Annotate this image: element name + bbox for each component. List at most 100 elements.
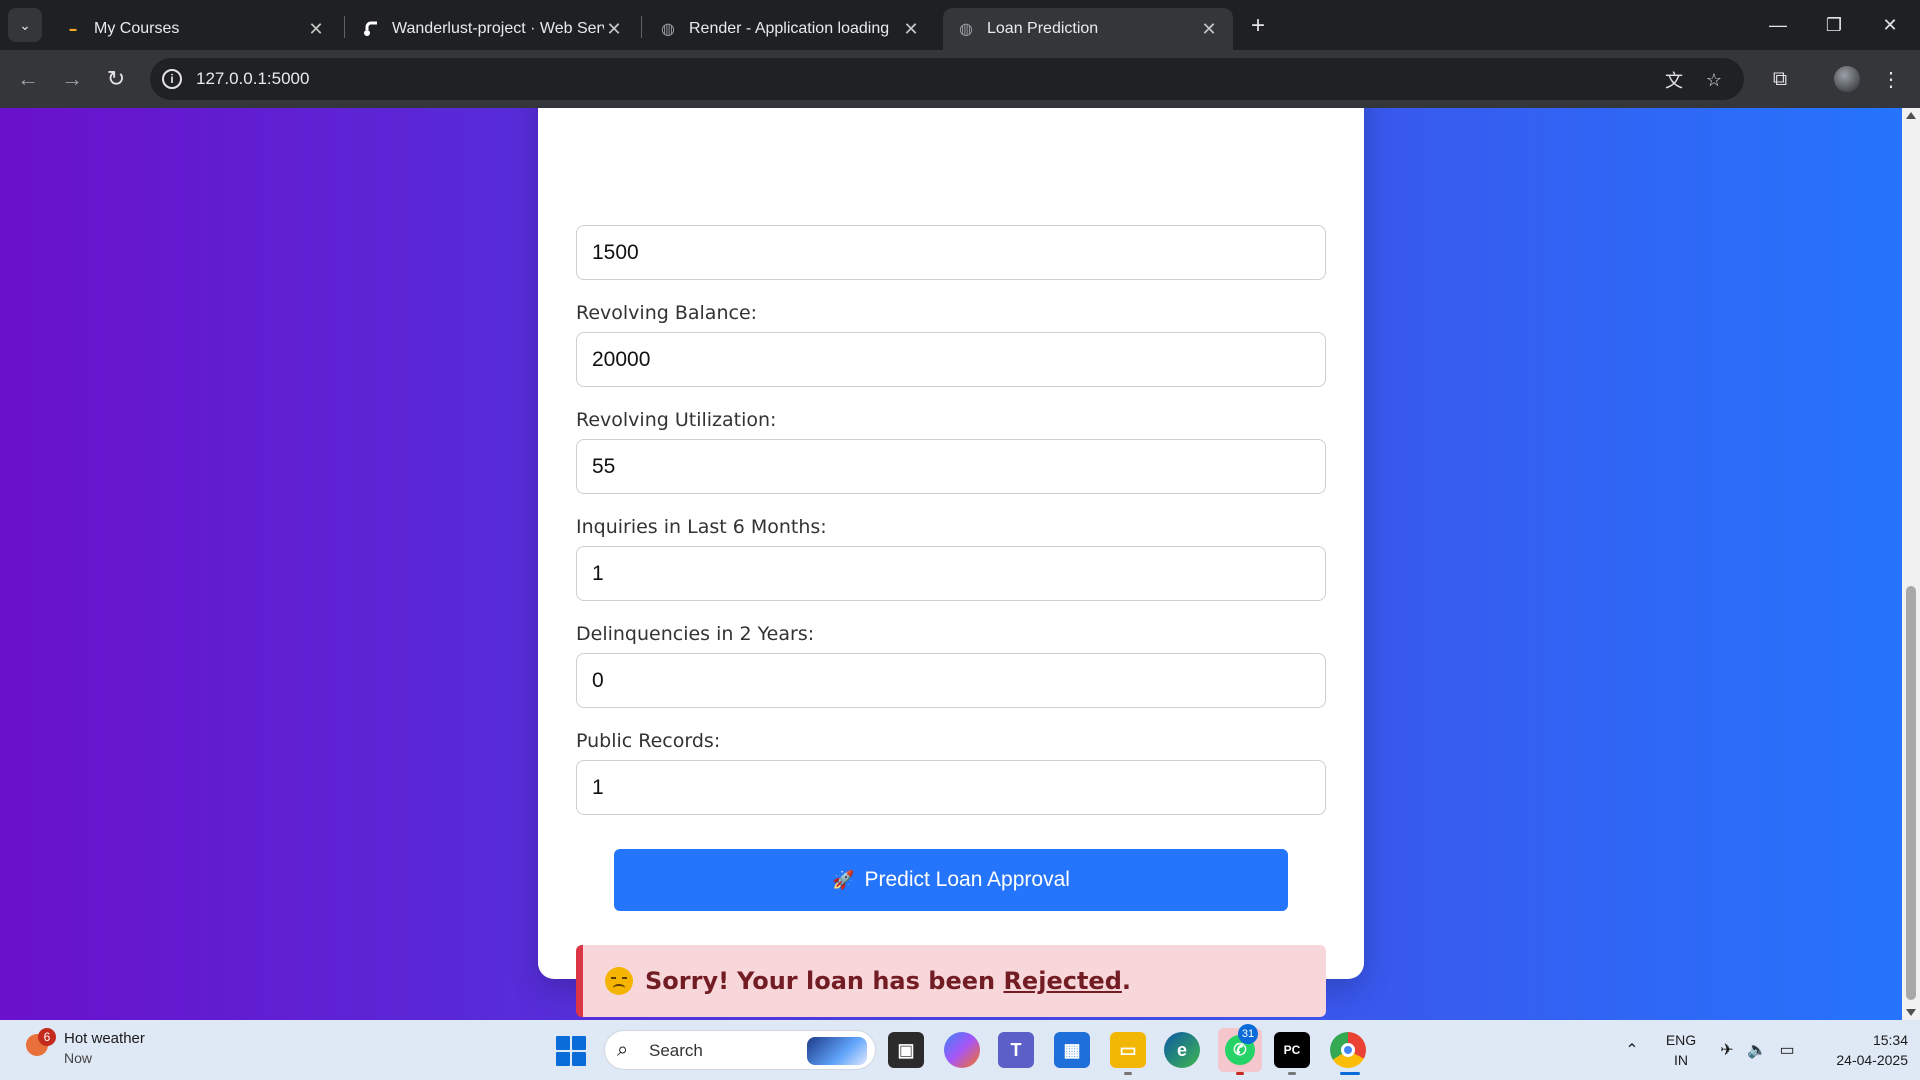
more-menu-icon[interactable]: ⋮	[1877, 65, 1905, 93]
language-top[interactable]: ENG	[1660, 1032, 1702, 1048]
revolving-balance-input[interactable]	[576, 332, 1326, 387]
battery-icon[interactable]: ▭	[1776, 1040, 1798, 1060]
windows-start-button[interactable]	[556, 1036, 586, 1066]
restore-button[interactable]: ❐	[1814, 10, 1854, 40]
address-bar[interactable]: i 127.0.0.1:5000 文 ☆	[150, 58, 1744, 100]
search-highlight-image	[807, 1037, 867, 1065]
running-indicator	[1288, 1072, 1296, 1075]
predict-loan-button[interactable]: 🚀 Predict Loan Approval	[614, 849, 1288, 911]
revolving-utilization-label: Revolving Utilization:	[576, 409, 777, 431]
globe-icon: ◍	[959, 21, 973, 38]
taskbar-search-placeholder: Search	[649, 1041, 703, 1060]
edge-icon[interactable]: e	[1164, 1032, 1200, 1068]
close-icon: ✕	[1882, 14, 1898, 35]
close-icon[interactable]: ✕	[306, 19, 326, 40]
arrow-right-icon: →	[61, 66, 83, 91]
taskbar-search-box[interactable]: ⌕ Search	[604, 1030, 876, 1070]
copilot-icon[interactable]	[944, 1032, 980, 1068]
back-button[interactable]: ←	[12, 63, 44, 95]
result-end: .	[1121, 967, 1131, 995]
loan-form-card: Revolving Balance: Revolving Utilization…	[538, 108, 1364, 1017]
minimize-icon: —	[1769, 14, 1787, 35]
chrome-icon[interactable]	[1330, 1032, 1366, 1068]
result-lead: Sorry!	[645, 967, 730, 995]
volume-icon[interactable]: 🔈	[1746, 1040, 1768, 1060]
translate-icon[interactable]: 文	[1662, 68, 1686, 92]
reload-icon: ↻	[106, 66, 126, 91]
windows-taskbar: 6 Hot weather Now ⌕ Search ▣ T ▦ ▭ e ✆ 3…	[0, 1020, 1920, 1080]
chrome-center	[1341, 1043, 1355, 1057]
reload-button[interactable]: ↻	[100, 63, 132, 95]
rocket-icon: 🚀	[832, 869, 855, 890]
result-message: Your loan has been	[737, 967, 996, 995]
minimize-button[interactable]: —	[1758, 10, 1798, 40]
teams-icon[interactable]: T	[998, 1032, 1034, 1068]
tab-wanderlust[interactable]: Wanderlust-project · Web Serv ✕	[348, 8, 638, 50]
revolving-utilization-input[interactable]	[576, 439, 1326, 494]
chevron-down-icon: ⌄	[19, 16, 31, 33]
language-bottom: IN	[1674, 1052, 1688, 1068]
weather-subtitle: Now	[64, 1050, 93, 1066]
close-icon[interactable]: ✕	[604, 19, 624, 40]
close-window-button[interactable]: ✕	[1870, 10, 1910, 40]
tab-render[interactable]: ◍ Render - Application loading ✕	[645, 8, 935, 50]
tab-title: Loan Prediction	[987, 20, 1099, 37]
render-favicon-icon	[362, 20, 380, 38]
forward-button[interactable]: →	[56, 63, 88, 95]
page-viewport: Revolving Balance: Revolving Utilization…	[0, 108, 1920, 1020]
extensions-icon[interactable]: ⧉	[1766, 65, 1794, 93]
weather-badge: 6	[38, 1028, 56, 1046]
tab-title: Wanderlust-project · Web Serv	[392, 20, 604, 37]
show-hidden-icons-chevron-icon[interactable]: ⌃	[1621, 1040, 1643, 1060]
inquiries-6-months-input[interactable]	[576, 546, 1326, 601]
running-indicator	[1124, 1072, 1132, 1075]
public-records-input[interactable]	[576, 760, 1326, 815]
close-icon[interactable]: ✕	[901, 19, 921, 40]
profile-avatar[interactable]	[1834, 66, 1860, 92]
revolving-balance-label: Revolving Balance:	[576, 302, 758, 324]
plus-icon: +	[1250, 12, 1265, 39]
prediction-result-alert: Sorry! Your loan has been Rejected.	[576, 945, 1326, 1017]
running-indicator	[1236, 1072, 1244, 1075]
clock-date: 24-04-2025	[1836, 1052, 1908, 1068]
tab-divider	[344, 16, 345, 38]
predict-button-label: Predict Loan Approval	[864, 868, 1070, 891]
browser-tab-strip: ⌄ ▬ My Courses ✕ Wanderlust-project · We…	[0, 0, 1920, 50]
tab-loan-prediction[interactable]: ◍ Loan Prediction ✕	[943, 8, 1233, 50]
restore-icon: ❐	[1825, 14, 1843, 35]
inquiries-6-months-label: Inquiries in Last 6 Months:	[576, 516, 827, 538]
active-indicator	[1340, 1072, 1360, 1075]
tab-search-button[interactable]: ⌄	[8, 8, 42, 42]
bookmark-star-icon[interactable]: ☆	[1702, 68, 1726, 92]
page-scrollbar[interactable]	[1902, 108, 1920, 1020]
scrollbar-thumb[interactable]	[1906, 586, 1916, 1000]
task-view-icon[interactable]: ▣	[888, 1032, 924, 1068]
result-status: Rejected	[1003, 967, 1122, 995]
scroll-down-arrow-icon[interactable]	[1906, 1009, 1916, 1016]
new-tab-button[interactable]: +	[1244, 12, 1272, 40]
courses-favicon-icon: ▬	[69, 25, 77, 33]
previous-field-input[interactable]	[576, 225, 1326, 280]
globe-icon: ◍	[661, 21, 675, 38]
tab-title: My Courses	[94, 20, 180, 37]
tab-my-courses[interactable]: ▬ My Courses ✕	[50, 8, 340, 50]
weather-title[interactable]: Hot weather	[64, 1030, 145, 1047]
tab-title: Render - Application loading	[689, 20, 890, 37]
close-icon[interactable]: ✕	[1199, 19, 1219, 40]
search-icon: ⌕	[617, 1039, 629, 1061]
whatsapp-badge: 31	[1238, 1024, 1258, 1044]
delinquencies-2-years-input[interactable]	[576, 653, 1326, 708]
tab-divider	[641, 16, 642, 38]
arrow-left-icon: ←	[17, 66, 39, 91]
pycharm-icon[interactable]: PC	[1274, 1032, 1310, 1068]
site-info-icon[interactable]: i	[162, 69, 182, 89]
scroll-up-arrow-icon[interactable]	[1906, 112, 1916, 119]
airplane-mode-icon[interactable]: ✈	[1716, 1040, 1738, 1060]
clock-time[interactable]: 15:34	[1812, 1032, 1908, 1048]
url-text: 127.0.0.1:5000	[196, 69, 310, 88]
microsoft-store-icon[interactable]: ▦	[1054, 1032, 1090, 1068]
public-records-label: Public Records:	[576, 730, 721, 752]
disappointed-face-icon	[605, 967, 633, 995]
file-explorer-icon[interactable]: ▭	[1110, 1032, 1146, 1068]
browser-toolbar: ← → ↻ i 127.0.0.1:5000 文 ☆ ⧉ ⋮	[0, 50, 1920, 108]
